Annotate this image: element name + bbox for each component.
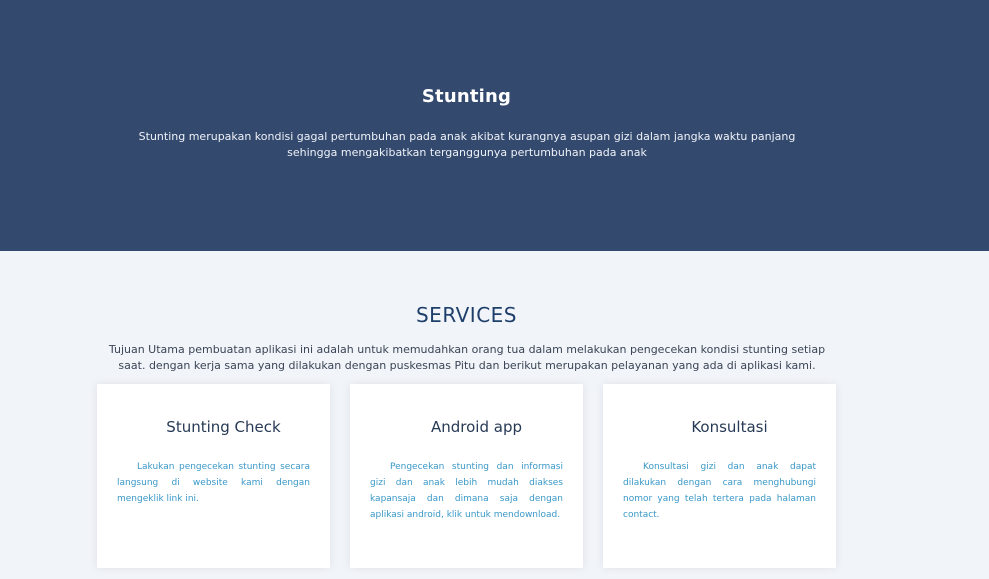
hero-title: Stunting: [421, 86, 512, 107]
service-card-text[interactable]: Konsultasi gizi dan anak dapat dilakukan…: [623, 459, 816, 523]
service-card-stunting-check[interactable]: Stunting Check Lakukan pengecekan stunti…: [97, 384, 330, 568]
service-card-konsultasi[interactable]: Konsultasi Konsultasi gizi dan anak dapa…: [603, 384, 836, 568]
service-card-text[interactable]: Lakukan pengecekan stunting secara langs…: [117, 459, 310, 507]
hero-section: Stunting Stunting merupakan kondisi gaga…: [0, 0, 989, 251]
hero-description: Stunting merupakan kondisi gagal pertumb…: [138, 130, 796, 159]
service-card-text[interactable]: Pengecekan stunting dan informasi gizi d…: [370, 459, 563, 523]
service-card-title: Stunting Check: [166, 418, 281, 436]
services-description: Tujuan Utama pembuatan aplikasi ini adal…: [108, 343, 826, 372]
service-card-android-app[interactable]: Android app Pengecekan stunting dan info…: [350, 384, 583, 568]
services-title: SERVICES: [415, 303, 517, 327]
service-card-title: Konsultasi: [691, 418, 768, 436]
service-card-title: Android app: [431, 418, 522, 436]
